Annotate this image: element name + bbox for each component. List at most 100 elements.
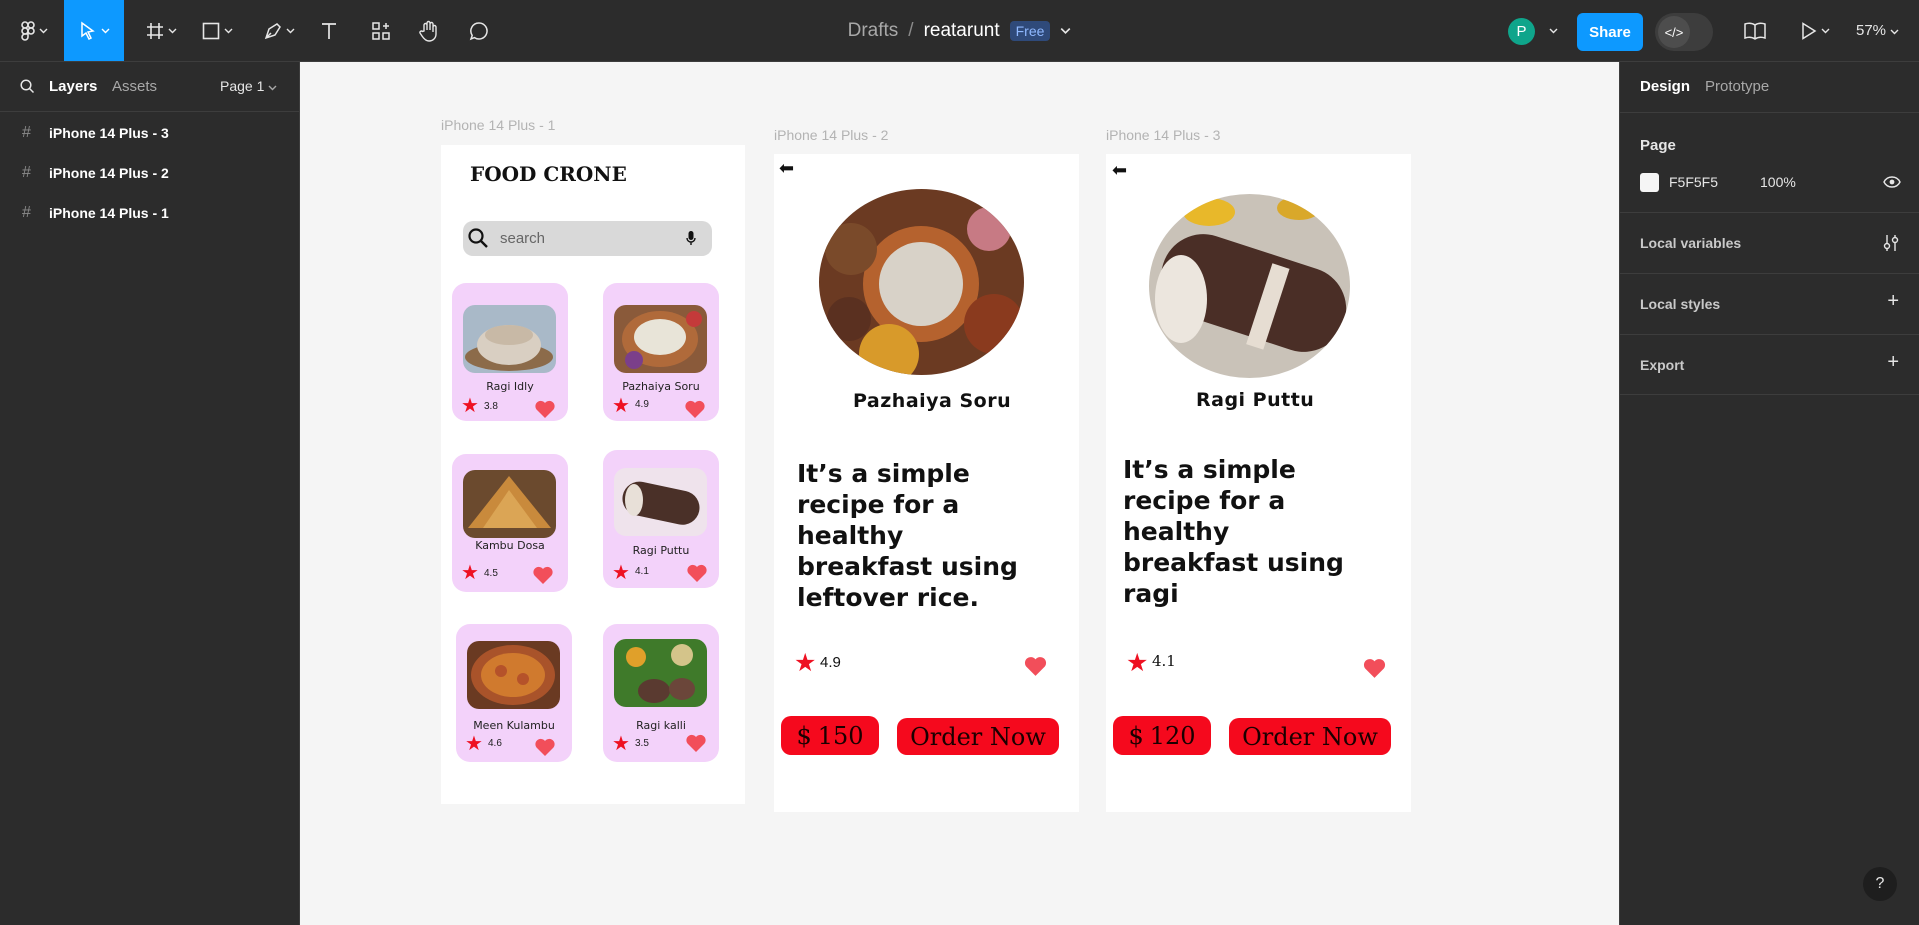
local-variables-section[interactable]: Local variables	[1620, 212, 1919, 273]
heart-icon[interactable]	[684, 399, 706, 419]
local-styles-section[interactable]: Local styles +	[1620, 273, 1919, 334]
cursor-icon	[80, 21, 95, 40]
add-style-plus-icon[interactable]: +	[1887, 290, 1899, 313]
file-name[interactable]: reatarunt	[924, 20, 1000, 42]
layer-row[interactable]: # iPhone 14 Plus - 3	[0, 113, 299, 153]
heart-icon[interactable]	[1023, 655, 1048, 677]
layers-panel: Layers Assets Page 1 # iPhone 14 Plus - …	[0, 62, 300, 925]
food-rating: 3.5	[635, 738, 649, 749]
iphone-frame-1[interactable]: FOOD CRONE search Ragi Idly ★ 3.8 Pazhai…	[441, 145, 745, 804]
tab-layers[interactable]: Layers	[49, 78, 97, 95]
avatar[interactable]: P	[1508, 18, 1535, 45]
comment-tool-button[interactable]	[464, 9, 494, 53]
library-button[interactable]	[1740, 9, 1770, 53]
frame-hash-icon: #	[22, 204, 31, 221]
zoom-menu[interactable]: 57%	[1856, 22, 1899, 39]
heart-icon[interactable]	[1362, 657, 1387, 679]
shape-tool-button[interactable]	[196, 9, 238, 53]
move-tool-button[interactable]	[64, 0, 124, 61]
microphone-icon[interactable]	[686, 230, 696, 246]
heart-icon[interactable]	[686, 563, 708, 583]
order-now-button[interactable]: Order Now	[1229, 718, 1391, 755]
food-card[interactable]: Ragi Puttu ★ 4.1	[603, 450, 719, 588]
page-color-swatch[interactable]	[1640, 173, 1659, 192]
dish-image	[1149, 194, 1350, 378]
help-button[interactable]: ?	[1863, 867, 1897, 901]
food-image	[614, 468, 707, 536]
export-section[interactable]: Export +	[1620, 334, 1919, 395]
food-card[interactable]: Meen Kulambu ★ 4.6	[456, 624, 572, 762]
breadcrumb-drafts-link[interactable]: Drafts	[848, 20, 899, 42]
iphone-frame-2[interactable]: ⬅ Pazhaiya Soru It’s a simple recipe for…	[774, 154, 1079, 812]
frame-title[interactable]: iPhone 14 Plus - 3	[1106, 127, 1220, 143]
price-button[interactable]: $ 120	[1113, 716, 1211, 755]
back-arrow-icon[interactable]: ⬅	[1112, 160, 1127, 181]
dev-mode-toggle[interactable]: </>	[1655, 13, 1713, 51]
food-card[interactable]: Kambu Dosa ★ 4.5	[452, 454, 568, 592]
heart-icon[interactable]	[685, 733, 707, 753]
dish-description: It’s a simple recipe for a healthy break…	[797, 459, 1018, 612]
search-placeholder: search	[500, 230, 546, 247]
star-icon: ★	[612, 733, 630, 755]
main-menu-button[interactable]	[14, 9, 54, 53]
text-tool-button[interactable]	[314, 9, 344, 53]
price-button[interactable]: $ 150	[781, 716, 879, 755]
eye-icon[interactable]	[1883, 176, 1901, 188]
tab-prototype[interactable]: Prototype	[1705, 78, 1769, 95]
dish-description: It’s a simple recipe for a healthy break…	[1123, 455, 1344, 608]
add-export-plus-icon[interactable]: +	[1887, 351, 1899, 374]
food-image	[467, 641, 560, 709]
tab-assets[interactable]: Assets	[112, 78, 157, 95]
page-selector[interactable]: Page 1	[220, 78, 277, 94]
chevron-down-icon[interactable]	[1549, 28, 1558, 34]
dish-title: Ragi Puttu	[1196, 389, 1315, 411]
chevron-down-icon[interactable]	[1060, 27, 1071, 35]
heart-icon[interactable]	[534, 737, 556, 757]
chevron-down-icon	[268, 85, 277, 91]
heart-icon[interactable]	[534, 399, 556, 419]
price-value: 120	[1149, 721, 1196, 750]
share-button[interactable]: Share	[1577, 13, 1643, 51]
layer-row[interactable]: # iPhone 14 Plus - 1	[0, 193, 299, 233]
local-variables-label: Local variables	[1640, 235, 1742, 251]
book-icon	[1744, 22, 1766, 40]
frame-title[interactable]: iPhone 14 Plus - 2	[774, 127, 888, 143]
frame-hash-icon: #	[22, 124, 31, 141]
layer-row[interactable]: # iPhone 14 Plus - 2	[0, 153, 299, 193]
back-arrow-icon[interactable]: ⬅	[779, 158, 794, 179]
food-rating: 4.9	[635, 399, 649, 410]
layer-name: iPhone 14 Plus - 1	[49, 205, 169, 221]
hand-tool-button[interactable]	[414, 9, 444, 53]
hand-icon	[419, 20, 437, 42]
order-now-button[interactable]: Order Now	[897, 718, 1059, 755]
food-image	[463, 305, 556, 373]
chevron-down-icon	[1821, 28, 1829, 34]
food-card[interactable]: Ragi Idly ★ 3.8	[452, 283, 568, 421]
frame-hash-icon: #	[22, 164, 31, 181]
page-color-hex[interactable]: F5F5F5	[1669, 174, 1718, 190]
present-button[interactable]	[1796, 9, 1834, 53]
food-card[interactable]: Pazhaiya Soru ★ 4.9	[603, 283, 719, 421]
food-image	[463, 470, 556, 538]
pen-tool-button[interactable]	[258, 9, 300, 53]
page-opacity[interactable]: 100%	[1760, 174, 1796, 190]
design-canvas[interactable]: iPhone 14 Plus - 1 FOOD CRONE search Rag…	[300, 62, 1619, 925]
heart-icon[interactable]	[532, 565, 554, 585]
star-icon: ★	[612, 562, 630, 584]
search-icon	[468, 228, 488, 248]
top-toolbar: Drafts / reatarunt Free P Share </> 57%	[0, 0, 1919, 62]
iphone-frame-3[interactable]: ⬅ Ragi Puttu It’s a simple recipe for a …	[1106, 154, 1411, 812]
frame-title[interactable]: iPhone 14 Plus - 1	[441, 117, 555, 133]
star-icon: ★	[465, 733, 483, 755]
frame-tool-button[interactable]	[140, 9, 182, 53]
food-image	[614, 639, 707, 707]
figma-logo-icon	[20, 21, 35, 41]
resources-tool-button[interactable]	[366, 9, 396, 53]
search-input[interactable]: search	[463, 221, 712, 256]
variables-settings-icon[interactable]	[1883, 234, 1899, 252]
layer-name: iPhone 14 Plus - 3	[49, 125, 169, 141]
search-icon[interactable]	[20, 79, 35, 94]
food-card[interactable]: Ragi kalli ★ 3.5	[603, 624, 719, 762]
star-icon: ★	[461, 562, 479, 584]
tab-design[interactable]: Design	[1640, 78, 1690, 95]
